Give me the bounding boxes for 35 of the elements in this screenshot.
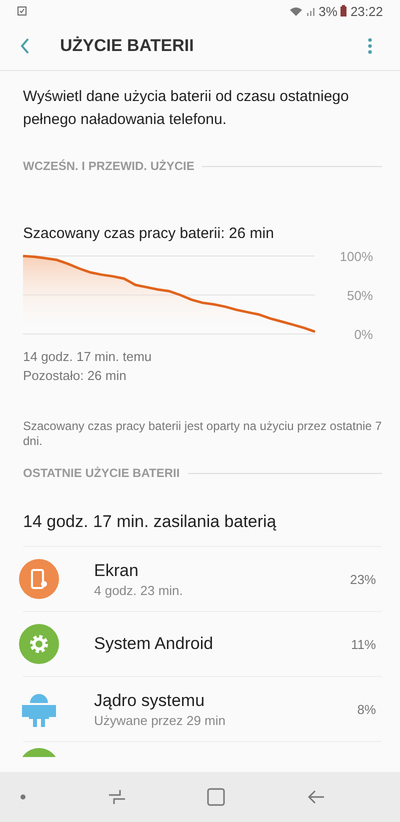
home-icon[interactable] (207, 788, 226, 806)
y-tick-label: 0% (354, 327, 374, 342)
clock: 23:22 (350, 4, 383, 18)
usage-percent: 11% (350, 636, 376, 652)
signal-icon (306, 6, 316, 16)
battery-icon (340, 5, 348, 17)
back-icon[interactable] (306, 790, 325, 804)
section-header: WCZEŚN. I PRZEWID. UŻYCIE (23, 159, 194, 173)
battery-estimate: Szacowany czas pracy baterii: 26 min (23, 225, 275, 242)
app-name: System Android (94, 634, 214, 654)
page-title: UŻYCIE BATERII (60, 36, 194, 56)
app-name: Jądro systemu (94, 690, 206, 710)
recent-apps-icon[interactable] (108, 789, 126, 805)
description-text: Wyświetl dane użycia baterii od czasu ostatniego pełnego naładowania telefonu. (23, 87, 350, 130)
battery-percent: 3% (318, 4, 338, 18)
app-name: Ekran (94, 560, 140, 580)
dot-icon[interactable] (20, 794, 26, 800)
app-usage-item[interactable]: System Android 11% (23, 612, 382, 677)
more-icon (368, 38, 372, 54)
y-tick-label: 100% (340, 249, 374, 264)
chevron-left-icon (20, 38, 30, 54)
battery-total: 14 godz. 17 min. zasilania baterią (23, 512, 382, 547)
wifi-icon (288, 6, 303, 16)
usage-time: 4 godz. 23 min. (94, 582, 183, 598)
usage-time: Używane przez 29 min (94, 712, 226, 728)
usage-percent: 8% (357, 702, 376, 716)
remaining-time: Pozostało: 26 min (23, 367, 128, 385)
estimate-note: Szacowany czas pracy baterii jest oparty na użyciu przez ostatnie 7 dni. (23, 419, 382, 449)
section-header: OSTATNIE UŻYCIE BATERII (23, 466, 180, 480)
usage-percent: 23% (350, 572, 376, 586)
y-tick-label: 50% (346, 288, 374, 303)
notification-icon (17, 6, 27, 16)
elapsed-time: 14 godz. 17 min. temu (23, 348, 153, 366)
app-usage-item[interactable]: Jądro systemu Używane przez 29 min 8% (23, 677, 382, 742)
app-usage-item[interactable]: Ekran 4 godz. 23 min. 23% (23, 547, 382, 612)
